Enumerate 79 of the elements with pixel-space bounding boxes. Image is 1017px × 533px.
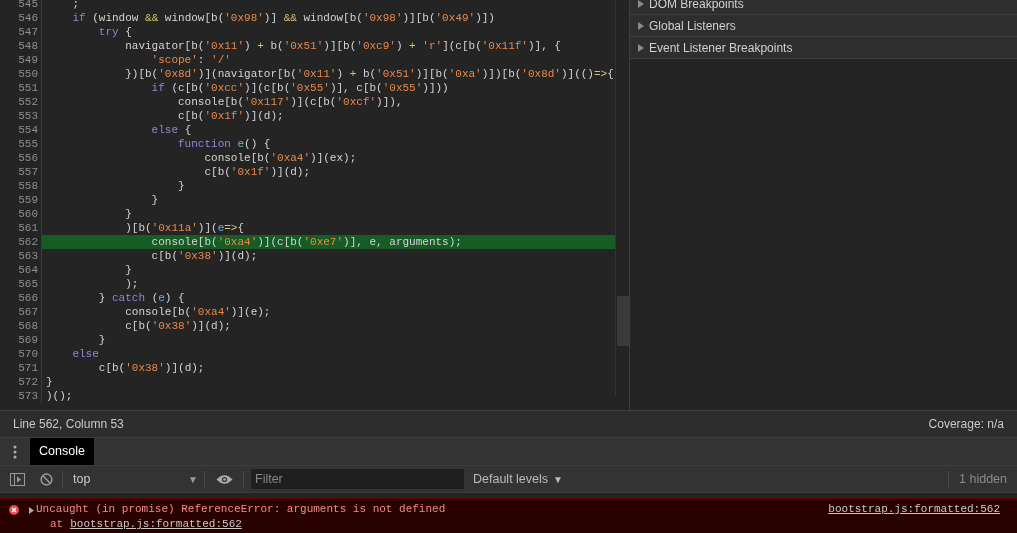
code-line: console[b('0xa4')](ex); [203,151,358,165]
code-line: } [177,179,186,193]
line-number: 567 [0,305,42,319]
line-number: 572 [0,375,42,389]
line-number: 555 [0,137,42,151]
code-line: } [124,263,133,277]
scrollbar-thumb[interactable] [617,296,629,346]
line-number: 557 [0,165,42,179]
line-number: 558 [0,179,42,193]
expand-arrow-icon [638,43,644,52]
expand-arrow-icon [638,21,644,30]
sidebar-section[interactable]: Global Listeners [630,15,1017,37]
code-line: c[b('0x38')](d); [124,319,232,333]
code-line: function e() { [177,137,272,151]
code-line: c[b('0x38')](d); [150,249,259,263]
line-number: 573 [0,389,42,403]
line-number: 552 [0,95,42,109]
line-number: 561 [0,221,42,235]
error-icon [9,505,19,515]
line-number: 559 [0,193,42,207]
line-number: 566 [0,291,42,305]
eye-icon[interactable] [216,473,233,485]
code-line: c[b('0x1f')](d); [203,165,312,179]
code-line: if (window && window[b('0x98')] && window[b('0x98')][b('0x49')]) [71,11,496,25]
cursor-position: Line 562, Column 53 [13,416,124,433]
sidebar-section[interactable]: Event Listener Breakpoints [630,37,1017,59]
code-line: else { [150,123,193,137]
code-line: ; [71,0,80,11]
line-number: 564 [0,263,42,277]
line-number: 554 [0,123,42,137]
stack-link[interactable]: bootstrap.js:formatted:562 [70,517,242,532]
line-number: 548 [0,39,42,53]
code-line: 'scope': '/' [150,53,232,67]
code-line: navigator[b('0x11') + b('0x51')][b('0xc9') + 'r'](c[b('0x11f')], { [124,39,562,53]
expand-arrow-icon [638,0,644,8]
code-line: } [124,207,133,221]
context-select[interactable]: top ▼ [63,469,203,489]
line-number: 571 [0,361,42,375]
drawer-tab[interactable]: Console [30,438,94,465]
coverage-label: Coverage: n/a [928,416,1004,433]
levels-dropdown[interactable]: Default levels ▼ [473,469,563,489]
error-text: Uncaught (in promise) ReferenceError: arguments is not defined [36,502,446,517]
code-line: } [97,333,107,347]
code-line: console[b('0xa4')](e); [124,305,272,319]
code-line: try { [97,25,133,39]
line-number: 569 [0,333,42,347]
line-number: 547 [0,25,42,39]
code-line: c[b('0x1f')](d); [177,109,285,123]
line-number: 553 [0,109,42,123]
hidden-count: 1 hidden [958,470,1008,488]
code-line: )(); [45,389,74,403]
line-number: 563 [0,249,42,263]
line-number: 551 [0,81,42,95]
more-menu-icon[interactable] [13,444,17,459]
line-number: 560 [0,207,42,221]
code-line: console[b('0x117')](c[b('0xcf')]), [177,95,404,109]
line-number: 550 [0,67,42,81]
sidebar-toggle-icon[interactable] [10,472,25,486]
code-line: else [71,347,100,361]
code-line: if (c[b('0xcc')](c[b('0x55')], c[b('0x55')])) [150,81,450,95]
code-line: )[b('0x11a')](e=>{ [124,221,246,235]
code-line: ); [124,277,140,291]
line-number: 556 [0,151,42,165]
line-number: 570 [0,347,42,361]
code-line: } [45,375,54,389]
clear-console-icon[interactable] [40,472,53,486]
stack-at-label: at [50,517,64,532]
source-link[interactable]: bootstrap.js:formatted:562 [828,502,1000,533]
line-number: 565 [0,277,42,291]
code-line: })[b('0x8d')](navigator[b('0x11') + b('0x51')][b('0xa')])[b('0x8d')](()=>{ [124,67,615,81]
line-number: 546 [0,11,42,25]
filter-field[interactable]: Filter [251,469,464,489]
line-number: 549 [0,53,42,67]
line-number: 545 [0,0,42,11]
code-line: c[b('0x38')](d); [97,361,206,375]
expand-arrow-icon[interactable] [29,507,34,514]
code-line: } [150,193,160,207]
code-line: } catch (e) { [97,291,186,305]
line-number: 568 [0,319,42,333]
